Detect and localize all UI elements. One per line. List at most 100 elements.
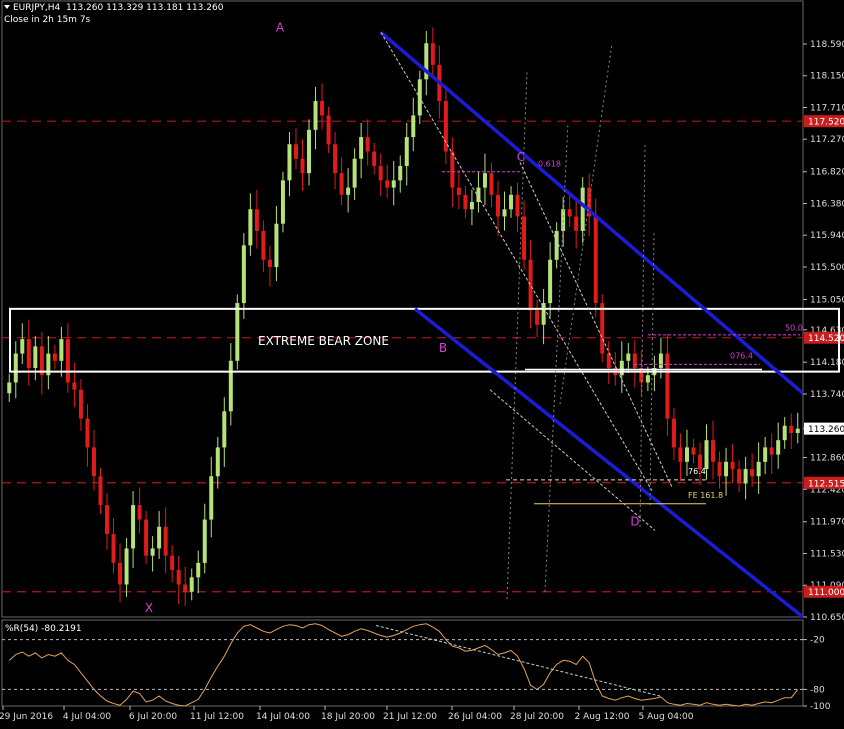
candle-body: [469, 202, 474, 210]
time-label: 26 Jul 04:00: [448, 712, 502, 722]
pattern-point-label: A: [276, 21, 285, 35]
candle-body: [52, 353, 57, 361]
pattern-point-label: B: [439, 341, 447, 355]
dropdown-icon[interactable]: [4, 5, 10, 9]
candle-body: [737, 469, 742, 484]
price-tick-label: 118.590: [810, 40, 844, 50]
candle-body: [645, 375, 650, 383]
candle-body: [502, 209, 507, 217]
oscillator-frame: [1, 619, 804, 707]
fib-label: 76.4: [688, 467, 706, 476]
candle-body: [678, 447, 683, 462]
candle-body: [476, 187, 481, 203]
candle-body: [704, 440, 709, 470]
candle-body: [359, 137, 364, 159]
candle-body: [489, 173, 494, 195]
candle-body: [196, 562, 201, 578]
candle-body: [320, 100, 325, 116]
chart-header: EURJPY,H4 113.260 113.329 113.181 113.26…: [4, 3, 223, 14]
candle-body: [509, 194, 514, 210]
price-tick-label: 112.860: [810, 454, 844, 464]
candle-body: [756, 461, 761, 477]
candle-body: [456, 187, 461, 195]
candle-body: [795, 428, 800, 433]
candle-body: [78, 389, 83, 419]
osc-trendline: [375, 625, 661, 697]
candle-body: [717, 461, 722, 477]
time-axis: 29 Jun 2016 4 Jul 04:00 6 Jul 20:00 11 Jul …: [0, 706, 694, 722]
price-tick-label: 111.530: [810, 549, 844, 559]
time-label: 21 Jul 12:00: [383, 712, 437, 722]
pattern-points: X A B C D: [145, 21, 640, 615]
level-lines: 117.520114.520112.515111.000: [2, 115, 844, 598]
price-tick-label: 116.380: [810, 199, 844, 209]
time-label: 4 Jul 04:00: [63, 712, 112, 722]
candle-body: [665, 353, 670, 419]
candle-body: [202, 519, 207, 563]
candle-body: [385, 180, 390, 188]
time-label: 11 Jul 12:00: [190, 712, 244, 722]
candle-body: [535, 310, 540, 325]
candle-body: [658, 353, 663, 369]
candle-body: [391, 180, 396, 188]
price-tick-label: 115.500: [810, 263, 844, 273]
level-tag-label: 111.000: [808, 588, 844, 598]
candle-body: [593, 216, 598, 304]
price-tick-label: 115.050: [810, 295, 844, 305]
candle-body: [267, 259, 272, 267]
fib-label: 076.4: [730, 352, 753, 361]
candle-body: [183, 584, 188, 592]
candle-body: [743, 469, 748, 484]
candle-body: [626, 353, 631, 361]
osc-tick-label: -80: [810, 685, 825, 695]
candle-body: [313, 100, 318, 130]
candle-body: [574, 216, 579, 231]
candle-body: [131, 505, 136, 549]
candle-body: [691, 447, 696, 455]
candle-body: [111, 534, 116, 563]
price-chart-svg: 118.590 118.150 117.710 117.270 116.820 116.3…: [0, 0, 844, 722]
time-label: 18 Jul 20:00: [321, 712, 375, 722]
candle-body: [463, 194, 468, 210]
price-tick-label: 110.650: [810, 613, 844, 623]
candle-body: [600, 303, 605, 354]
candle-body: [248, 209, 253, 246]
candle-body: [274, 223, 279, 267]
price-tick-label: 117.710: [810, 103, 844, 113]
candle-body: [118, 562, 123, 585]
candle-body: [619, 360, 624, 376]
candle-body: [157, 526, 162, 549]
candle-body: [750, 469, 755, 477]
candle-body: [144, 519, 149, 556]
candle-body: [443, 100, 448, 152]
candle-body: [352, 158, 357, 188]
current-price-label: 113.260: [808, 425, 844, 435]
candle-body: [495, 194, 500, 217]
time-label: 14 Jul 04:00: [256, 712, 310, 722]
candle-body: [522, 216, 527, 260]
candle-body: [235, 303, 240, 361]
oscillator-title: %R(54) -80.2191: [5, 624, 82, 634]
candle-body: [26, 339, 31, 369]
time-label: 28 Jul 20:00: [510, 712, 564, 722]
time-label: 6 Jul 20:00: [129, 712, 178, 722]
candle-body: [606, 353, 611, 369]
candle-body: [769, 447, 774, 455]
pattern-point-label: X: [145, 601, 153, 615]
candle-body: [398, 165, 403, 181]
candle-body: [482, 173, 487, 188]
candle-body: [548, 259, 553, 304]
candle-body: [580, 187, 585, 231]
price-tick-label: 111.970: [810, 518, 844, 528]
time-label: 5 Aug 04:00: [639, 712, 694, 722]
candle-body: [176, 570, 181, 585]
candle-body: [372, 151, 377, 166]
candle-body: [365, 137, 370, 152]
candle-body: [307, 129, 312, 174]
candle-body: [20, 339, 25, 354]
candle-body: [189, 577, 194, 592]
pattern-trendlines: [380, 32, 673, 531]
candle-body: [85, 418, 90, 448]
candle-body: [72, 382, 77, 390]
pattern-point-label: C: [517, 150, 525, 164]
